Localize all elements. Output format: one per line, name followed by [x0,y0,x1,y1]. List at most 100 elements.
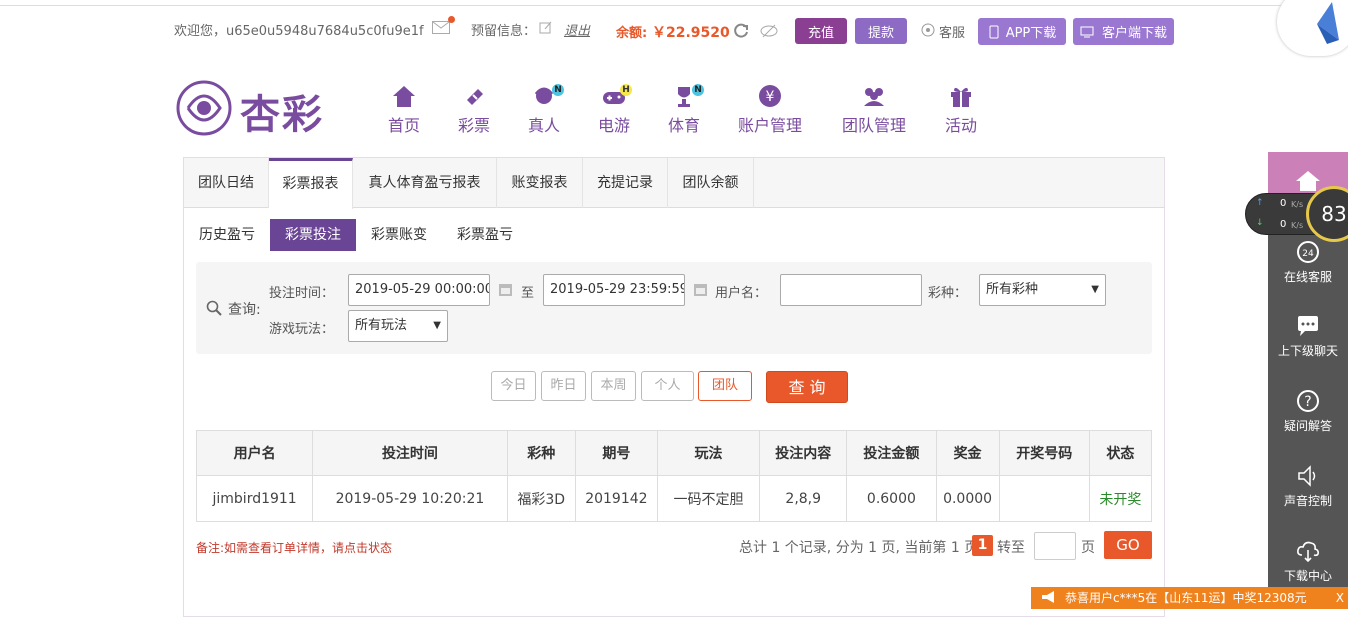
subtab-0[interactable]: 历史盈亏 [196,219,258,251]
nav-label: 电游 [597,116,630,135]
username-input[interactable] [780,274,922,306]
nav-badge: H [620,84,632,96]
lottery-type-select[interactable]: 所有彩种 ▼ [979,274,1106,306]
nav-item-5[interactable]: ¥ 账户管理 [730,84,810,136]
logo-text[interactable]: 杏彩 [240,82,324,140]
go-button[interactable]: GO [1104,531,1152,559]
note-text: 备注:如需查看订单详情，请点击状态 [196,541,393,555]
tab-0[interactable]: 团队日结 [184,158,269,208]
bet-table: 用户名 投注时间 彩种 期号 玩法 投注内容 投注金额 奖金 开奖号码 状态 jimbird191… [195,430,1153,522]
nav-item-1[interactable]: 彩票 [434,84,514,136]
nav-item-3[interactable]: H 电游 [574,84,654,136]
nav-item-2[interactable]: N 真人 [504,84,584,136]
app-download-button[interactable]: APP下载 [978,18,1066,45]
table-header-row: 用户名 投注时间 彩种 期号 玩法 投注内容 投注金额 奖金 开奖号码 状态 [195,430,1153,476]
team-button[interactable]: 团队 [698,371,752,401]
client-download-label: 客户端下载 [1101,26,1167,41]
column-header: 投注金额 [846,430,937,476]
reserved-info-label: 预留信息： [471,24,537,39]
dropdown-arrow-icon: ▼ [1091,284,1099,295]
search-label: 查询: [228,302,261,318]
column-header: 期号 [574,430,658,476]
balance-label: 余额: [616,26,648,41]
edit-icon[interactable] [539,20,553,34]
nav-label: 团队管理 [841,116,906,135]
team-icon [834,84,914,110]
start-time-input[interactable]: 2019-05-29 00:00:00 [348,274,490,306]
tab-3[interactable]: 账变报表 [497,158,583,208]
tab-1[interactable]: 彩票报表 [269,158,353,209]
speaker-icon [1268,464,1348,488]
subtab-1[interactable]: 彩票投注 [270,219,356,251]
nav-item-0[interactable]: 首页 [364,84,444,136]
recharge-button[interactable]: 充值 [795,18,847,44]
network-speed-widget[interactable]: ↑ 0 K/s ↓ 0 K/s 83 [1245,186,1348,242]
play-type-value: 所有玩法 [355,318,408,333]
table-cell: 2019142 [574,475,658,522]
nav-label: 体育 [667,116,700,135]
dropdown-arrow-icon: ▼ [433,320,441,331]
gift-icon [921,84,1001,110]
column-header: 状态 [1088,430,1153,476]
logo-emblem[interactable] [174,78,234,138]
winner-ticker: 恭喜用户c***5在【山东11运】中奖12308元 X [1031,587,1348,609]
help-icon: ? [1268,389,1348,413]
this-week-button[interactable]: 本周 [591,371,636,401]
subtab-3[interactable]: 彩票盈亏 [444,219,526,251]
column-header: 用户名 [195,430,314,476]
floating-logo-badge[interactable] [1277,0,1348,56]
nav-label: 账户管理 [737,116,802,135]
nav-badge: N [552,84,564,96]
yesterday-button[interactable]: 昨日 [541,371,586,401]
today-button[interactable]: 今日 [491,371,536,401]
refresh-icon[interactable] [732,22,750,40]
current-page-badge[interactable]: 1 [972,535,993,556]
customer-service-link[interactable]: 客服 [939,22,965,41]
sidebar-item-3[interactable]: 声音控制 [1268,450,1348,525]
status-cell[interactable]: 未开奖 [1088,475,1153,522]
ticker-close-button[interactable]: X [1336,587,1344,609]
sidebar-item-1[interactable]: 上下级聊天 [1268,300,1348,375]
logout-link[interactable]: 退出 [564,20,590,39]
calendar-icon[interactable] [693,282,708,297]
customer-service-icon[interactable] [920,22,936,38]
hide-balance-icon[interactable] [760,22,778,40]
table-cell: 福彩3D [506,475,576,522]
app-download-label: APP下载 [1005,26,1057,41]
mail-icon[interactable] [432,16,455,34]
home-icon [1296,171,1320,191]
svg-text:24: 24 [1302,249,1314,259]
to-label: 至 [521,286,535,301]
headset-icon: 24 [1268,240,1348,264]
personal-button[interactable]: 个人 [641,371,694,401]
play-type-select[interactable]: 所有玩法 ▼ [348,310,448,342]
right-sidebar: 24 在线客服 上下级聊天? 疑问解答 声音控制 下载中心 [1268,214,1348,609]
withdraw-button[interactable]: 提款 [855,18,907,44]
subtab-2[interactable]: 彩票账变 [358,219,440,251]
tab-5[interactable]: 团队余额 [668,158,754,208]
sidebar-item-label: 下载中心 [1283,569,1332,583]
sidebar-item-2[interactable]: ? 疑问解答 [1268,375,1348,450]
tab-2[interactable]: 真人体育盈亏报表 [353,158,497,208]
end-time-input[interactable]: 2019-05-29 23:59:59 [543,274,685,306]
query-button[interactable]: 查 询 [766,371,848,403]
download-unit: K/s [1291,221,1304,230]
sidebar-item-label: 声音控制 [1283,494,1332,508]
table-cell: jimbird1911 [195,475,314,522]
nav-item-7[interactable]: 活动 [921,84,1001,136]
bet-time-label: 投注时间： [269,286,335,301]
username-label: 用户名： [715,286,768,301]
dealer-icon [504,84,584,110]
calendar-icon[interactable] [498,282,513,297]
tab-4[interactable]: 充提记录 [583,158,668,208]
chat-icon [1268,314,1348,338]
search-icon [206,300,222,316]
client-download-button[interactable]: 客户端下载 [1073,18,1174,45]
welcome-text: 欢迎您，u65e0u5948u7684u5c0fu9e1f [174,24,424,39]
nav-badge: N [692,84,704,96]
nav-item-4[interactable]: N 体育 [644,84,724,136]
column-header: 投注时间 [312,430,508,476]
page-number-input[interactable] [1034,532,1076,560]
page-unit-label: 页 [1081,540,1095,556]
nav-item-6[interactable]: 团队管理 [834,84,914,136]
